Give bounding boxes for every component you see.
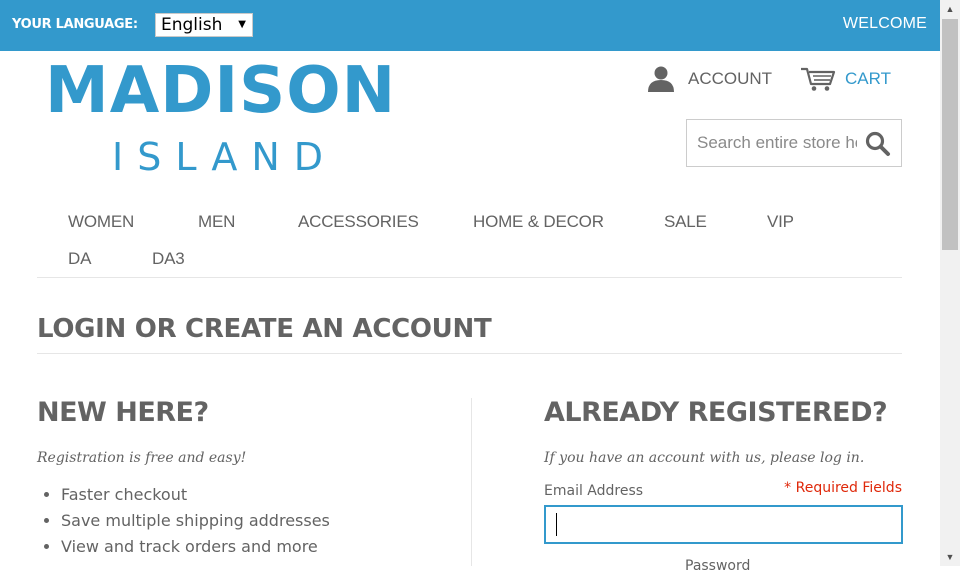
scroll-down-icon[interactable]: ▼ [940, 548, 960, 566]
nav-item-accessories[interactable]: ACCESSORIES [298, 212, 419, 232]
registration-note: Registration is free and easy! [37, 450, 247, 466]
cart-link[interactable]: CART [800, 66, 891, 92]
logo-line2: ISLAND [112, 135, 338, 179]
cart-label: CART [845, 69, 891, 88]
nav-divider [37, 277, 902, 278]
welcome-link[interactable]: WELCOME [843, 15, 927, 33]
language-select[interactable]: English ▼ [155, 13, 253, 37]
nav-item-da3[interactable]: DA3 [152, 249, 185, 269]
search-icon[interactable] [865, 131, 891, 157]
dropdown-arrow-icon: ▼ [238, 19, 246, 30]
user-icon [648, 66, 674, 92]
column-divider [471, 398, 472, 566]
nav-item-sale[interactable]: SALE [664, 212, 707, 232]
scroll-up-icon[interactable]: ▲ [940, 0, 960, 18]
top-bar: YOUR LANGUAGE: English ▼ WELCOME [0, 0, 940, 51]
new-here-heading: NEW HERE? [37, 397, 209, 428]
benefits-list: Faster checkout Save multiple shipping a… [37, 483, 330, 561]
nav-item-vip[interactable]: VIP [767, 212, 794, 232]
cart-icon [801, 67, 836, 91]
page-title: LOGIN OR CREATE AN ACCOUNT [37, 314, 492, 344]
login-note: If you have an account with us, please l… [544, 450, 865, 466]
email-field[interactable] [544, 505, 903, 544]
password-label: Password [685, 558, 751, 574]
nav-item-women[interactable]: WOMEN [68, 212, 134, 232]
text-cursor [556, 513, 557, 536]
nav-item-home-decor[interactable]: HOME & DECOR [473, 212, 604, 232]
logo-line1: MADISON [45, 54, 397, 128]
list-item: View and track orders and more [61, 535, 330, 561]
account-link[interactable]: ACCOUNT [646, 66, 772, 92]
scrollbar[interactable]: ▲ ▼ [940, 0, 960, 566]
required-fields-note: * Required Fields [784, 480, 902, 496]
nav-item-men[interactable]: MEN [198, 212, 235, 232]
list-item: Save multiple shipping addresses [61, 509, 330, 535]
list-item: Faster checkout [61, 483, 330, 509]
scroll-thumb[interactable] [942, 19, 958, 250]
already-registered-heading: ALREADY REGISTERED? [544, 397, 888, 428]
account-label: ACCOUNT [688, 69, 773, 88]
language-selected-value: English [161, 15, 223, 35]
nav-item-da[interactable]: DA [68, 249, 91, 269]
search-box [686, 119, 902, 167]
title-divider [37, 353, 902, 354]
search-input[interactable] [687, 120, 857, 166]
language-label: YOUR LANGUAGE: [12, 17, 138, 32]
email-label: Email Address [544, 483, 644, 499]
